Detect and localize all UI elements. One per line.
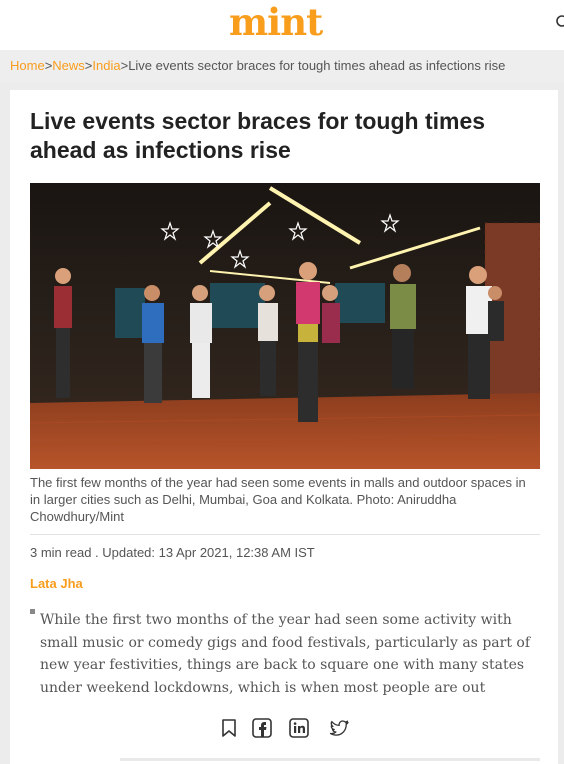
share-row <box>218 717 353 739</box>
breadcrumb-india[interactable]: India <box>92 58 120 73</box>
article-body: While the first two months of the year h… <box>40 612 530 696</box>
breadcrumb-current: Live events sector braces for tough time… <box>128 58 506 73</box>
article-headline: Live events sector braces for tough time… <box>30 108 486 163</box>
breadcrumb-news[interactable]: News <box>52 58 85 73</box>
author-link[interactable]: Lata Jha <box>30 576 83 591</box>
search-icon[interactable] <box>555 14 564 30</box>
bookmark-icon[interactable] <box>218 717 240 739</box>
mint-logo[interactable]: mint <box>229 2 323 42</box>
image-caption: The first few months of the year had see… <box>30 475 526 524</box>
bullet <box>30 609 35 614</box>
bottom-divider <box>120 758 540 761</box>
breadcrumb: Home>News>India>Live events sector brace… <box>10 58 505 73</box>
breadcrumb-home[interactable]: Home <box>10 58 45 73</box>
article-hero-image <box>30 183 540 469</box>
divider <box>30 534 540 535</box>
linkedin-icon[interactable] <box>288 717 310 739</box>
twitter-icon[interactable] <box>328 717 350 739</box>
facebook-icon[interactable] <box>251 717 273 739</box>
article-meta: 3 min read . Updated: 13 Apr 2021, 12:38… <box>30 545 315 560</box>
site-header: mint <box>0 0 564 50</box>
